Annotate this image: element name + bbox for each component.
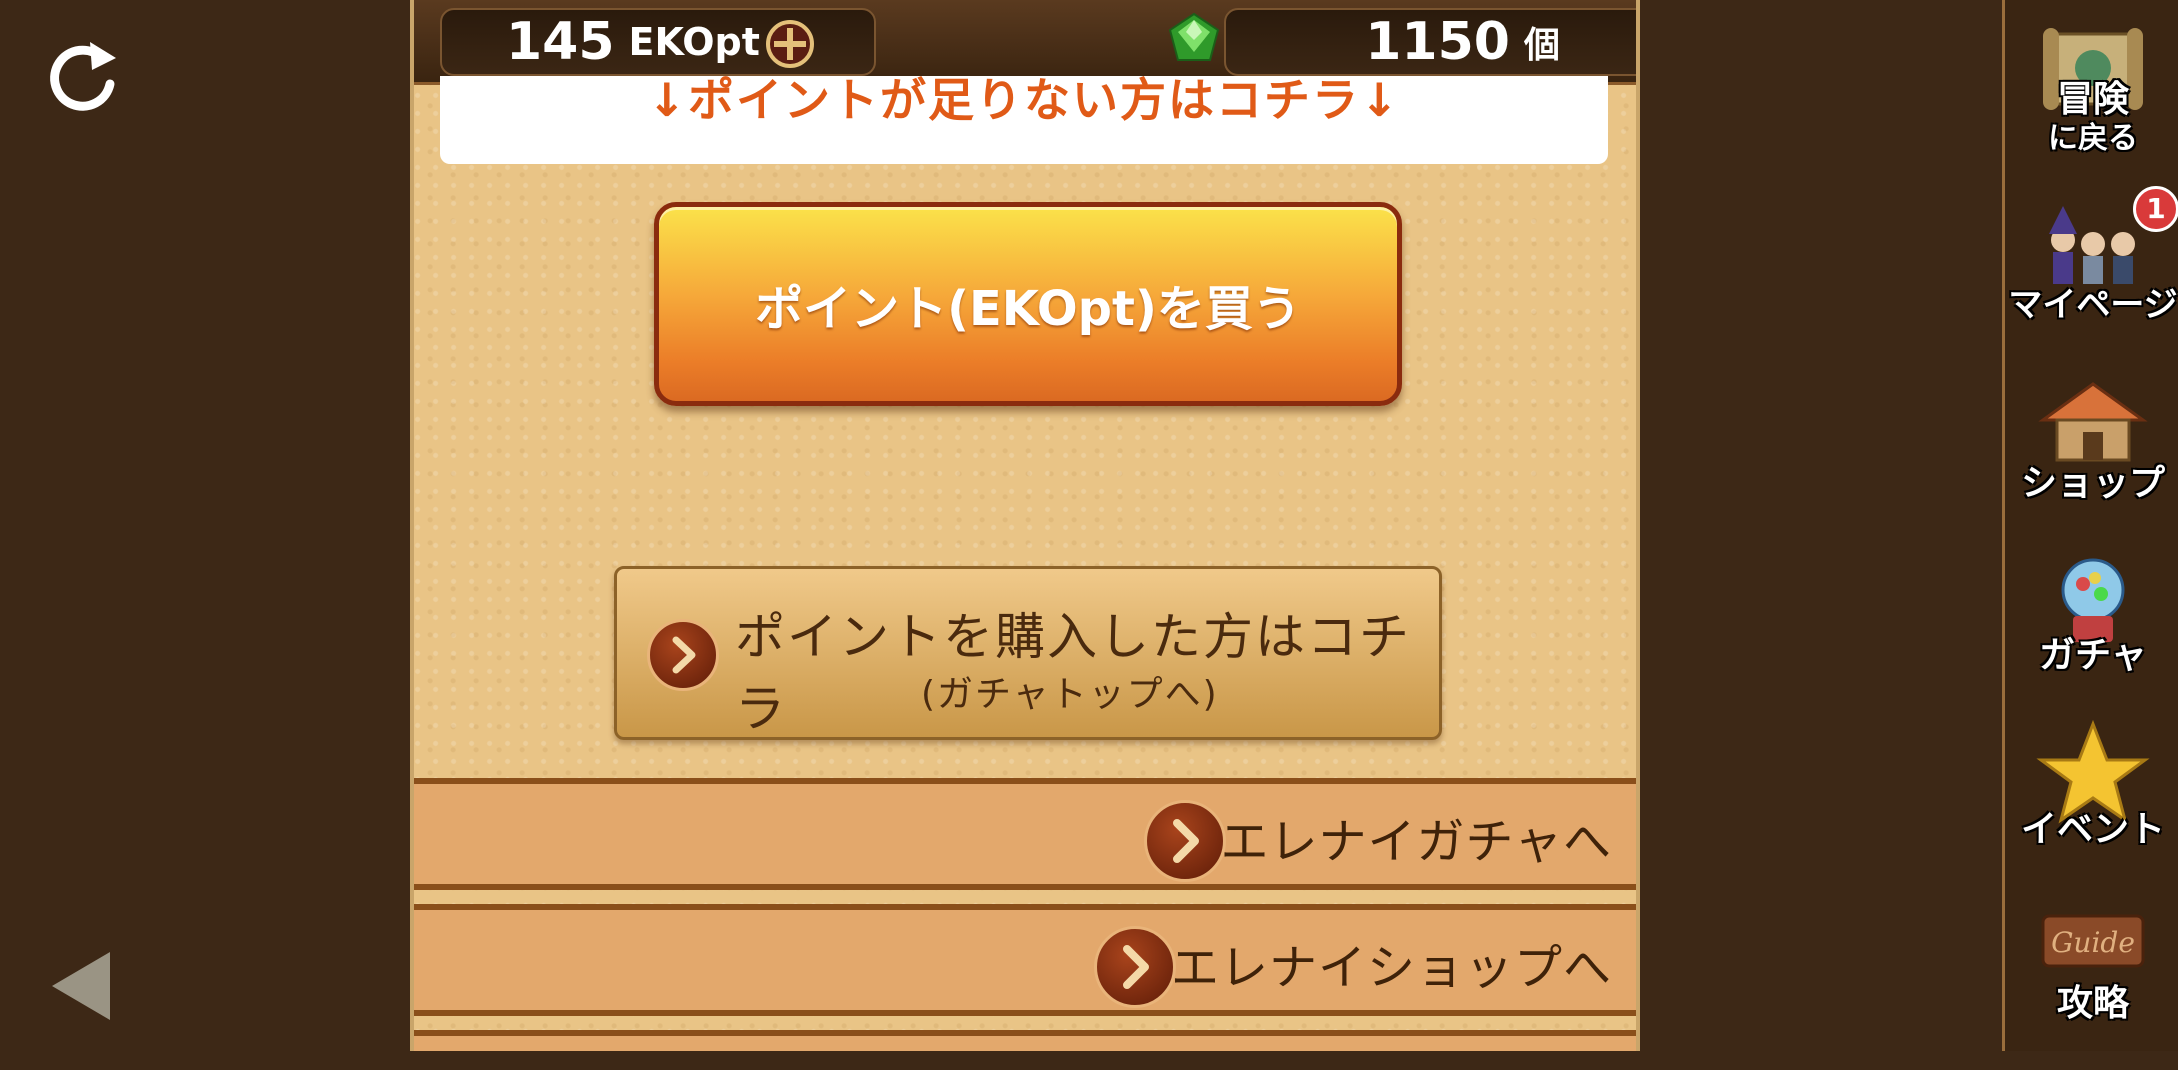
nav-row-label: エレナイガチャへ [1220, 814, 1612, 870]
refresh-icon[interactable] [42, 36, 124, 118]
gem-icon [1166, 12, 1222, 66]
points-value: 145 [506, 12, 615, 72]
purchased-button-sublabel: (ガチャトップへ) [921, 674, 1219, 715]
nav-row-shop[interactable]: エレナイショップへ [414, 904, 1636, 1016]
purchased-points-button[interactable]: ポイントを購入した方はコチラ (ガチャトップへ) [614, 566, 1442, 740]
back-arrow-icon[interactable] [48, 948, 114, 1024]
chevron-right-icon [1094, 926, 1176, 1008]
sidebar-item-gacha[interactable]: ガチャ [2005, 550, 2178, 720]
sidebar-label-mypage: マイページ [2008, 285, 2178, 325]
sidebar-item-mypage[interactable]: 1 マイページ [2005, 186, 2178, 370]
sidebar-label-adventure: 冒険 [2056, 79, 2129, 120]
sidebar-label-gacha: ガチャ [2039, 635, 2147, 676]
gems-display: 1150 個 [1224, 8, 1636, 76]
sidebar-item-guide[interactable]: Guide 攻略 [2005, 900, 2178, 1070]
notification-badge: 1 [2133, 186, 2178, 232]
nav-row-label: エレナイショップへ [1170, 940, 1612, 996]
sidebar-label-guide: 攻略 [2056, 983, 2129, 1024]
guide-sign-text: Guide [2051, 926, 2135, 959]
chevron-right-icon [1144, 800, 1226, 882]
points-unit: EKOpt [628, 20, 760, 64]
gems-value: 1150 [1365, 12, 1510, 72]
sidebar: 冒険 に戻る 1 マイページ ショップ ガチャ イベント Guide 攻略 [2002, 0, 2178, 1051]
gems-unit: 個 [1523, 25, 1560, 66]
sidebar-sublabel-adventure: に戻る [2048, 121, 2138, 156]
notice-banner: ↓ポイントが足りない方はコチラ↓ [440, 76, 1608, 164]
buy-points-label: ポイント(EKOpt)を買う [755, 281, 1301, 337]
nav-row-gacha[interactable]: エレナイガチャへ [414, 778, 1636, 890]
buy-points-button[interactable]: ポイント(EKOpt)を買う [654, 202, 1402, 406]
chevron-right-icon [647, 619, 719, 691]
status-bar: 145 EKOpt 1150 個 [414, 0, 1636, 85]
sidebar-label-event: イベント [2020, 809, 2165, 850]
notice-text: ↓ポイントが足りない方はコチラ↓ [647, 76, 1401, 127]
sidebar-item-adventure[interactable]: 冒険 に戻る [2005, 20, 2178, 190]
left-rail [0, 0, 410, 1051]
main-panel: 145 EKOpt 1150 個 ↓ポイントが足りない方はコチラ↓ ポイント(E… [410, 0, 1640, 1051]
sidebar-item-event[interactable]: イベント [2005, 719, 2178, 890]
nav-row-partial[interactable] [414, 1030, 1636, 1051]
sidebar-item-shop[interactable]: ショップ [2005, 370, 2178, 540]
add-points-icon[interactable] [764, 18, 816, 70]
points-display: 145 EKOpt [440, 8, 876, 76]
sidebar-label-shop: ショップ [2020, 463, 2165, 504]
